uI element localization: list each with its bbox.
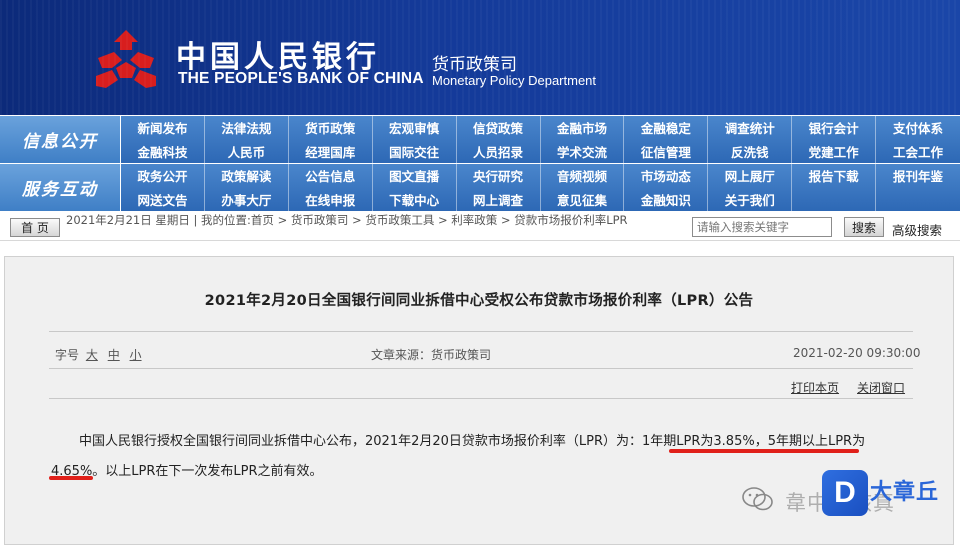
nav-item[interactable]: 经理国库 bbox=[289, 139, 373, 163]
nav-block-service: 服务互动 政务公开 政策解读 公告信息 图文直播 央行研究 音频视频 市场动态 … bbox=[0, 164, 960, 212]
wechat-icon bbox=[742, 487, 773, 511]
divider bbox=[49, 331, 913, 332]
dept-name-en: Monetary Policy Department bbox=[432, 73, 597, 88]
nav-item[interactable]: 国际交往 bbox=[373, 139, 457, 163]
nav-item[interactable]: 人员招录 bbox=[457, 139, 541, 163]
main-nav: 信息公开 新闻发布 法律法规 货币政策 宏观审慎 信贷政策 金融市场 金融稳定 … bbox=[0, 115, 960, 211]
pboc-logo-icon bbox=[96, 30, 156, 88]
header-banner: 中国人民银行 THE PEOPLE'S BANK OF CHINA 货币政策司 … bbox=[0, 0, 960, 115]
breadcrumb: 2021年2月21日 星期日 | 我的位置:首页 > 货币政策司 > 货币政策工… bbox=[66, 213, 628, 227]
font-size-label: 字号 bbox=[55, 348, 80, 362]
nav-item[interactable]: 办事大厅 bbox=[205, 187, 289, 211]
brand-name: 大章丘 bbox=[870, 480, 940, 505]
font-size-medium-link[interactable]: 中 bbox=[108, 348, 120, 362]
print-link[interactable]: 打印本页 bbox=[791, 379, 839, 396]
nav-item[interactable] bbox=[792, 187, 877, 211]
nav-item[interactable]: 报告下载 bbox=[792, 164, 877, 188]
bank-name-en: THE PEOPLE'S BANK OF CHINA bbox=[178, 70, 424, 87]
nav-item[interactable]: 央行研究 bbox=[457, 164, 541, 188]
nav-item[interactable]: 关于我们 bbox=[708, 187, 793, 211]
nav-item[interactable]: 网上调查 bbox=[457, 187, 541, 211]
search-button[interactable]: 搜索 bbox=[844, 217, 884, 237]
search-input[interactable] bbox=[692, 217, 832, 237]
nav-item[interactable]: 调查统计 bbox=[708, 116, 793, 140]
nav-item[interactable]: 网上展厅 bbox=[708, 164, 793, 188]
nav-item[interactable]: 市场动态 bbox=[624, 164, 709, 188]
font-size-small-link[interactable]: 小 bbox=[130, 348, 142, 362]
nav-item[interactable]: 在线申报 bbox=[289, 187, 373, 211]
nav-item[interactable]: 信贷政策 bbox=[457, 116, 541, 140]
nav-item[interactable]: 报刊年鉴 bbox=[876, 164, 960, 188]
nav-item[interactable]: 法律法规 bbox=[205, 116, 289, 140]
close-window-link[interactable]: 关闭窗口 bbox=[857, 379, 905, 396]
nav-item[interactable]: 政务公开 bbox=[121, 164, 205, 188]
nav-item[interactable]: 金融稳定 bbox=[624, 116, 709, 140]
article-source: 文章来源：货币政策司 bbox=[371, 348, 492, 362]
red-annotation-underline bbox=[669, 449, 859, 453]
nav-item[interactable]: 学术交流 bbox=[541, 139, 625, 163]
nav-label-info: 信息公开 bbox=[0, 116, 120, 163]
nav-item[interactable]: 政策解读 bbox=[205, 164, 289, 188]
home-button[interactable]: 首 页 bbox=[10, 218, 60, 237]
nav-item[interactable]: 新闻发布 bbox=[121, 116, 205, 140]
brand-logo-icon: D bbox=[822, 470, 868, 516]
nav-item[interactable]: 党建工作 bbox=[792, 139, 877, 163]
nav-item[interactable]: 支付体系 bbox=[876, 116, 960, 140]
breadcrumb-bar: 首 页 2021年2月21日 星期日 | 我的位置:首页 > 货币政策司 > 货… bbox=[0, 211, 960, 241]
nav-item[interactable]: 公告信息 bbox=[289, 164, 373, 188]
nav-item[interactable]: 货币政策 bbox=[289, 116, 373, 140]
divider bbox=[49, 368, 913, 369]
nav-item[interactable]: 银行会计 bbox=[792, 116, 877, 140]
nav-item[interactable]: 网送文告 bbox=[121, 187, 205, 211]
nav-item[interactable]: 人民币 bbox=[205, 139, 289, 163]
nav-item[interactable]: 意见征集 bbox=[541, 187, 625, 211]
advanced-search-link[interactable]: 高级搜索 bbox=[892, 220, 942, 239]
nav-item[interactable]: 金融市场 bbox=[541, 116, 625, 140]
nav-item[interactable]: 图文直播 bbox=[373, 164, 457, 188]
font-size-control: 字号 大 中 小 bbox=[55, 346, 145, 363]
nav-item[interactable]: 宏观审慎 bbox=[373, 116, 457, 140]
article-time: 2021-02-20 09:30:00 bbox=[793, 346, 921, 360]
nav-item[interactable]: 征信管理 bbox=[624, 139, 709, 163]
nav-item[interactable]: 工会工作 bbox=[876, 140, 960, 164]
nav-grid-info: 新闻发布 法律法规 货币政策 宏观审慎 信贷政策 金融市场 金融稳定 调查统计 … bbox=[121, 116, 960, 163]
nav-block-info: 信息公开 新闻发布 法律法规 货币政策 宏观审慎 信贷政策 金融市场 金融稳定 … bbox=[0, 116, 960, 164]
nav-grid-service: 政务公开 政策解读 公告信息 图文直播 央行研究 音频视频 市场动态 网上展厅 … bbox=[121, 164, 960, 211]
divider bbox=[49, 398, 913, 399]
red-annotation-underline bbox=[49, 476, 93, 480]
dept-name-cn: 货币政策司 bbox=[432, 55, 517, 75]
watermark: 韋中硬核真 D 大章丘 bbox=[730, 470, 956, 526]
nav-item[interactable]: 下载中心 bbox=[373, 187, 457, 211]
font-size-large-link[interactable]: 大 bbox=[86, 348, 98, 362]
nav-item[interactable]: 金融科技 bbox=[121, 139, 205, 163]
nav-item[interactable]: 反洗钱 bbox=[708, 139, 793, 163]
bank-name-cn: 中国人民银行 bbox=[176, 40, 380, 75]
nav-label-service: 服务互动 bbox=[0, 164, 120, 211]
article-title: 2021年2月20日全国银行间同业拆借中心受权公布贷款市场报价利率（LPR）公告 bbox=[204, 293, 754, 309]
nav-item[interactable]: 音频视频 bbox=[541, 164, 625, 188]
nav-item[interactable] bbox=[876, 188, 960, 212]
nav-item[interactable]: 金融知识 bbox=[624, 187, 709, 211]
